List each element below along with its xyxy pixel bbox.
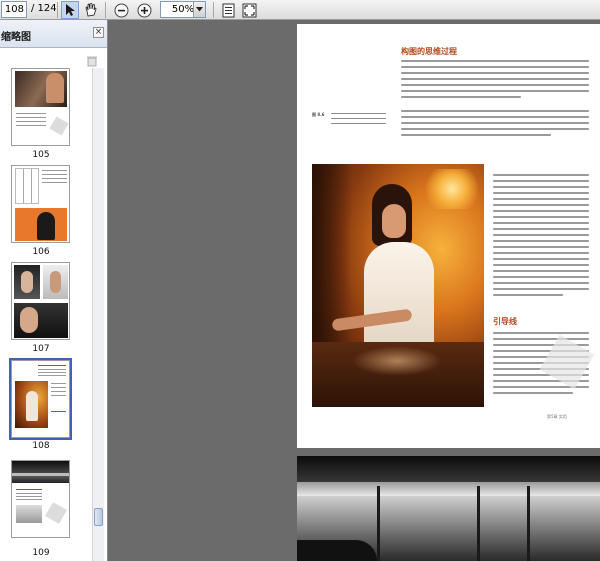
toolbar-separator [57,2,58,18]
thumbnail-page[interactable] [11,165,70,243]
text-line [401,66,589,68]
text-line [493,216,589,218]
delete-page-button[interactable] [86,52,98,67]
text-line [493,258,589,260]
text-line [493,210,589,212]
zoom-in-icon [137,3,151,17]
thumbnails-panel-header: 缩略图 × [0,20,107,48]
text-line [493,294,563,296]
caption-line [331,113,386,114]
text-line [493,282,589,284]
toolbar-separator [105,2,106,18]
text-line [493,234,589,236]
select-arrow-icon [66,4,75,16]
thumbnail-page[interactable] [11,68,70,146]
text-line [493,338,589,340]
thumbnail-page-current[interactable] [9,358,72,440]
zoom-out-icon [114,3,128,17]
thumbnail-label: 106 [32,247,50,257]
full-screen-icon [242,3,256,17]
text-line [493,174,589,176]
text-line [493,222,589,224]
text-line [493,192,589,194]
text-line [493,392,573,394]
text-line [493,186,589,188]
text-line [401,72,589,74]
text-line [401,60,589,62]
page-total: / 124 [31,3,57,14]
zoom-in-button[interactable] [135,1,153,19]
text-line [493,252,589,254]
text-line [401,116,589,118]
document-page-current: 构图的思维过程 图 8.6 引导线 第5章 实用 [297,24,600,448]
section-heading: 构图的思维过程 [401,47,457,56]
figure-photo [312,164,484,407]
thumbnail-page[interactable] [11,262,70,340]
text-line [493,246,589,248]
caption-line [331,123,386,124]
text-line [493,198,589,200]
text-line [493,332,589,334]
text-line [493,240,589,242]
text-line [401,90,589,92]
fit-page-button[interactable] [219,1,237,19]
text-line [401,128,589,130]
thumbnail-label: 108 [32,441,50,451]
chevron-down-icon [196,7,203,12]
zoom-dropdown-button[interactable] [193,2,205,17]
panel-title: 缩略图 [1,32,31,43]
select-tool-button[interactable] [61,1,79,19]
text-line [493,270,589,272]
trash-icon [87,56,97,67]
hand-icon [85,3,97,17]
text-line [493,204,589,206]
text-line [493,288,589,290]
text-line [401,110,589,112]
text-line [493,276,589,278]
text-line [401,134,551,136]
thumbnail-label: 107 [32,344,50,354]
zoom-out-button[interactable] [112,1,130,19]
thumbnail-label: 109 [32,548,50,558]
full-screen-button[interactable] [240,1,258,19]
text-line [493,180,589,182]
thumbnail-label: 105 [32,150,50,160]
toolbar: 108 / 124 50% [0,0,600,20]
thumbnail-scrollbar[interactable] [92,68,104,561]
page-footer: 第5章 实用 [547,414,567,419]
caption-line [331,118,386,119]
scrollbar-thumb[interactable] [94,508,103,526]
thumbnail-list: 105 106 107 108 109 [0,68,92,561]
section-heading: 引导线 [493,317,517,326]
text-line [401,122,589,124]
toolbar-separator [213,2,214,18]
text-line [401,84,589,86]
fit-page-icon [222,3,234,17]
page-number-input[interactable]: 108 [1,1,27,18]
hand-tool-button[interactable] [82,1,100,19]
document-page-next [297,456,600,561]
thumbnails-panel: 缩略图 × 105 106 107 108 109 [0,20,108,561]
text-line [493,228,589,230]
text-line [493,264,589,266]
document-view[interactable]: 构图的思维过程 图 8.6 引导线 第5章 实用 [109,20,600,561]
thumbnail-page[interactable] [11,460,70,538]
text-line [401,78,589,80]
text-line [401,96,521,98]
panel-close-button[interactable]: × [93,27,104,38]
